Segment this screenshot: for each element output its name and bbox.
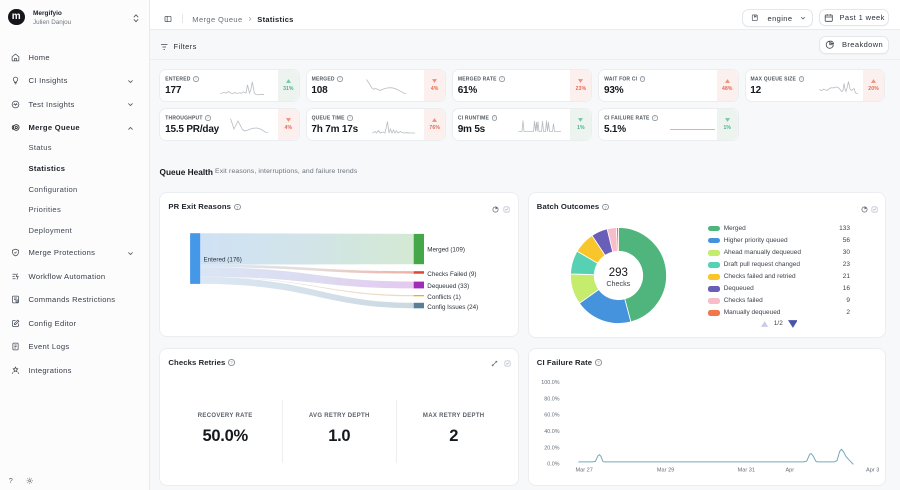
svg-text:Entered (176): Entered (176) (204, 257, 242, 264)
svg-text:Apr: Apr (785, 467, 794, 473)
svg-text:Conflicts (1): Conflicts (1) (428, 295, 462, 302)
svg-text:40.0%: 40.0% (544, 428, 559, 434)
svg-text:Mar 31: Mar 31 (737, 467, 754, 473)
svg-text:Mar 29: Mar 29 (657, 467, 674, 473)
svg-text:Mar 27: Mar 27 (575, 467, 592, 473)
svg-text:0.0%: 0.0% (547, 461, 559, 467)
svg-text:Checks Failed (9): Checks Failed (9) (428, 271, 477, 278)
svg-text:Merged (109): Merged (109) (428, 247, 466, 254)
svg-text:Apr 3: Apr 3 (866, 467, 879, 473)
svg-text:100.0%: 100.0% (541, 380, 559, 386)
svg-text:Dequeued (33): Dequeued (33) (428, 283, 470, 290)
svg-text:20.0%: 20.0% (544, 445, 559, 451)
svg-text:Config Issues (24): Config Issues (24) (428, 305, 479, 312)
svg-text:80.0%: 80.0% (544, 396, 559, 402)
svg-text:60.0%: 60.0% (544, 412, 559, 418)
